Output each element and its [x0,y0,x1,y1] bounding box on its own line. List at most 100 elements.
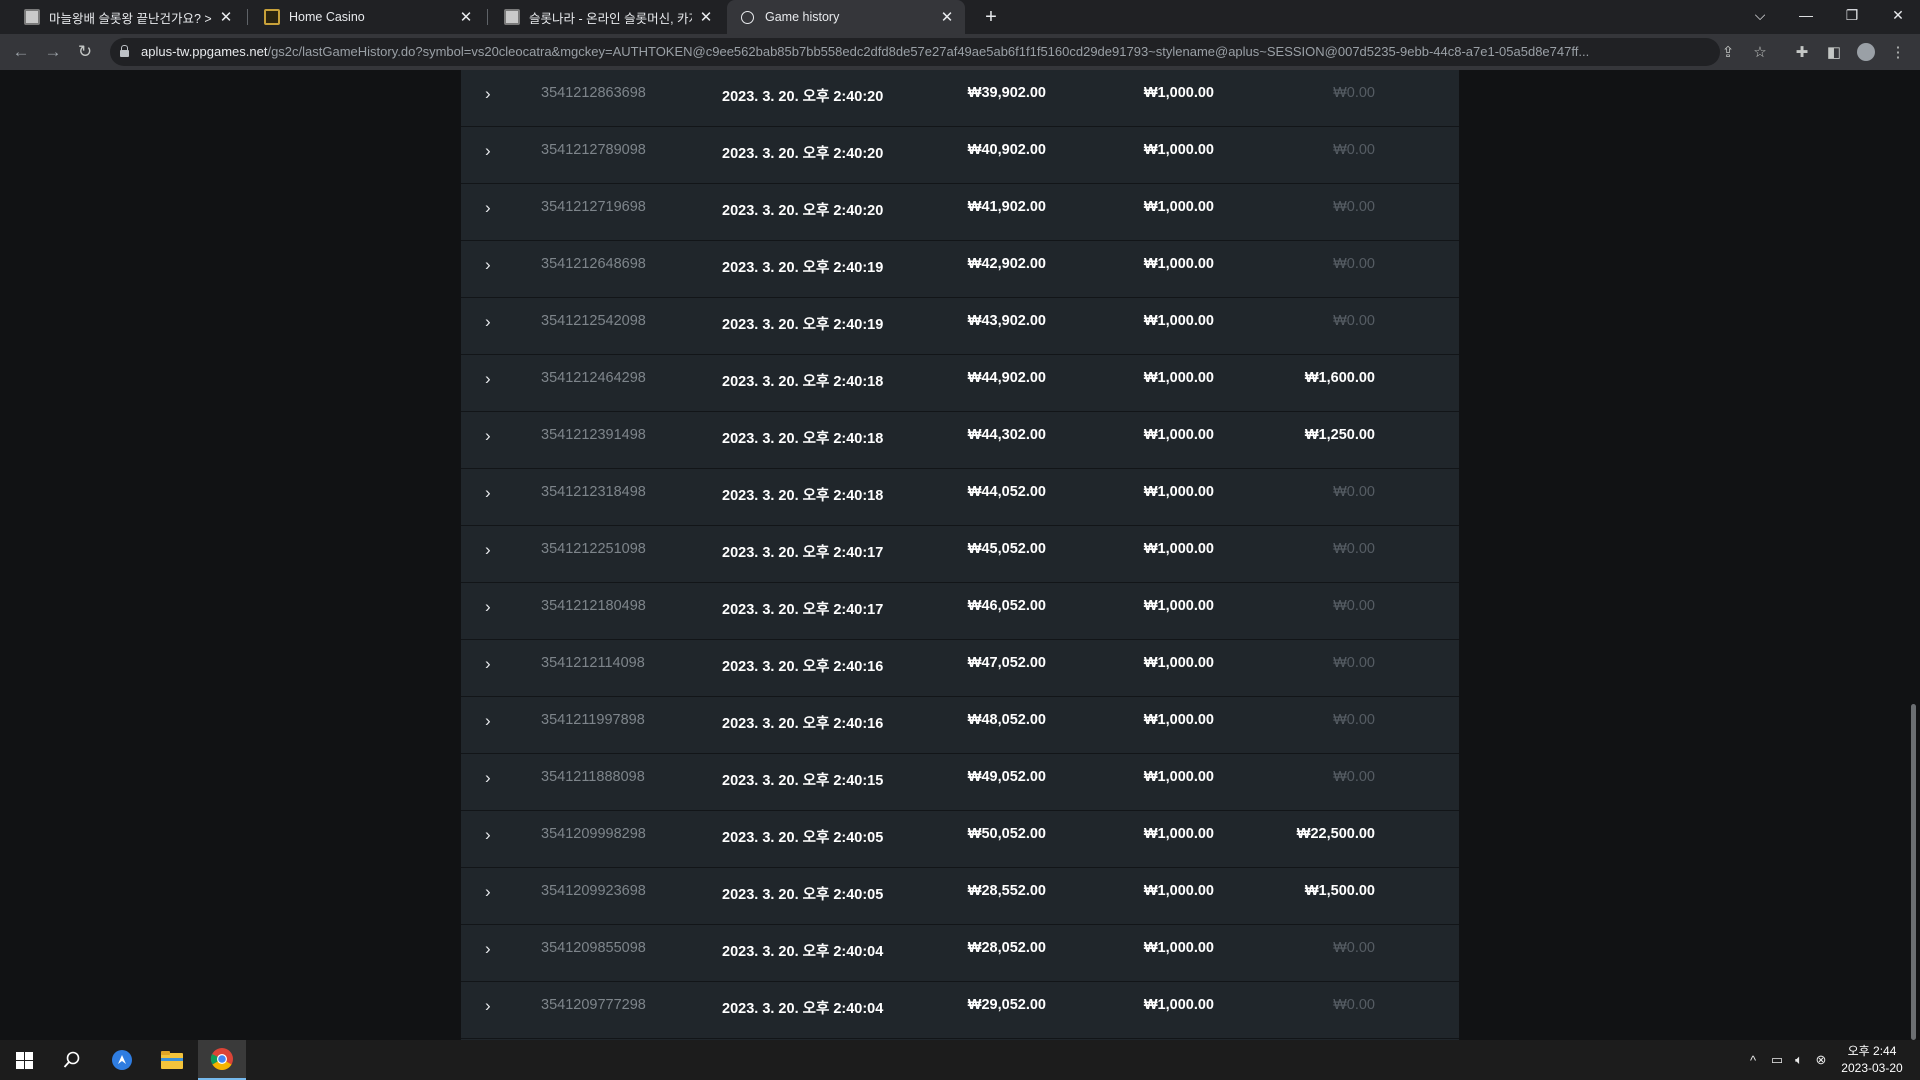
profile-avatar-icon[interactable] [1854,40,1878,64]
round-id: 3541212180498 [541,598,646,614]
url-host: aplus-tw.ppgames.net [141,44,268,59]
minimize-button[interactable]: — [1783,0,1829,30]
history-row[interactable]: › 3541211997898 2023. 3. 20. 오후 2:40:16 ₩48… [461,697,1459,754]
expand-chevron-icon[interactable]: › [485,711,501,735]
bet-value: ₩1,000.00 [1143,883,1214,899]
close-tab-icon[interactable]: ✕ [698,9,714,26]
lock-icon[interactable] [120,45,129,57]
bet-value: ₩1,000.00 [1143,997,1214,1013]
search-icon [63,1051,80,1068]
reload-button[interactable]: ↻ [72,39,98,65]
round-date: 2023. 3. 20. 오후 2:40:05 [722,887,884,903]
expand-chevron-icon[interactable]: › [485,369,501,393]
chrome-taskbar-button[interactable] [198,1040,246,1080]
history-row[interactable]: › 3541209855098 2023. 3. 20. 오후 2:40:04 ₩28… [461,925,1459,982]
history-row[interactable]: › 3541212114098 2023. 3. 20. 오후 2:40:16 ₩47… [461,640,1459,697]
expand-chevron-icon[interactable]: › [485,597,501,621]
win-value: ₩0.00 [1333,484,1375,500]
round-id: 3541212391498 [541,427,646,443]
tab-slot-nara[interactable]: 슬롯나라 - 온라인 슬롯머신, 카지노 ✕ [490,0,724,34]
round-id: 3541209998298 [541,826,646,842]
bookmark-star-icon[interactable]: ☆ [1748,40,1772,64]
history-row[interactable]: › 3541209777298 2023. 3. 20. 오후 2:40:04 ₩29… [461,982,1459,1039]
history-row[interactable]: › 3541212648698 2023. 3. 20. 오후 2:40:19 ₩42… [461,241,1459,298]
win-value: ₩0.00 [1333,313,1375,329]
win-value: ₩0.00 [1333,769,1375,785]
expand-chevron-icon[interactable]: › [485,996,501,1020]
expand-chevron-icon[interactable]: › [485,312,501,336]
restore-button[interactable]: ❐ [1829,0,1875,30]
tab-home-casino[interactable]: Home Casino ✕ [250,0,484,34]
expand-chevron-icon[interactable]: › [485,426,501,450]
address-bar[interactable]: aplus-tw.ppgames.net/gs2c/lastGameHistor… [110,38,1767,66]
win-value: ₩22,500.00 [1296,826,1375,842]
forward-button[interactable]: → [40,39,66,65]
history-row[interactable]: › 3541212719698 2023. 3. 20. 오후 2:40:20 ₩41… [461,184,1459,241]
history-row[interactable]: › 3541212318498 2023. 3. 20. 오후 2:40:18 ₩44… [461,469,1459,526]
close-window-button[interactable]: ✕ [1875,0,1920,30]
bet-value: ₩1,000.00 [1143,541,1214,557]
history-row[interactable]: › 3541212863698 2023. 3. 20. 오후 2:40:20 ₩39… [461,70,1459,127]
tab-label: 슬롯나라 - 온라인 슬롯머신, 카지노 [529,11,692,26]
tab-game-history[interactable]: Game history ✕ [727,0,965,34]
search-button[interactable] [48,1040,96,1080]
close-tab-icon[interactable]: ✕ [458,9,474,26]
expand-chevron-icon[interactable]: › [485,198,501,222]
history-row[interactable]: › 3541209998298 2023. 3. 20. 오후 2:40:05 ₩50… [461,811,1459,868]
tab-divider [487,9,488,25]
bet-value: ₩1,000.00 [1143,85,1214,101]
round-date: 2023. 3. 20. 오후 2:40:19 [722,260,884,276]
tab-search-icon[interactable]: ⌵ [1737,0,1783,30]
history-row[interactable]: › 3541212391498 2023. 3. 20. 오후 2:40:18 ₩44… [461,412,1459,469]
tab-label: Game history [765,10,840,24]
expand-chevron-icon[interactable]: › [485,141,501,165]
history-row[interactable]: › 3541212464298 2023. 3. 20. 오후 2:40:18 ₩44… [461,355,1459,412]
history-row[interactable]: › 3541212789098 2023. 3. 20. 오후 2:40:20 ₩40… [461,127,1459,184]
expand-chevron-icon[interactable]: › [485,882,501,906]
history-row[interactable]: › 3541212542098 2023. 3. 20. 오후 2:40:19 ₩43… [461,298,1459,355]
tab-garlic-king[interactable]: 마늘왕배 슬롯왕 끝난건가요? > ✕ [10,0,244,34]
history-row[interactable]: › 3541212180498 2023. 3. 20. 오후 2:40:17 ₩46… [461,583,1459,640]
file-explorer-button[interactable] [148,1040,196,1080]
url-text[interactable]: aplus-tw.ppgames.net/gs2c/lastGameHistor… [141,44,1651,59]
start-button[interactable] [0,1040,48,1080]
bet-value: ₩1,000.00 [1143,598,1214,614]
share-icon[interactable]: ⇪ [1716,40,1740,64]
browser-menu-icon[interactable]: ⋮ [1886,40,1910,64]
bet-value: ₩1,000.00 [1143,712,1214,728]
expand-chevron-icon[interactable]: › [485,540,501,564]
expand-chevron-icon[interactable]: › [485,84,501,108]
back-button[interactable]: ← [8,39,34,65]
expand-chevron-icon[interactable]: › [485,654,501,678]
balance-value: ₩49,052.00 [967,769,1046,785]
balance-value: ₩43,902.00 [967,313,1046,329]
expand-chevron-icon[interactable]: › [485,483,501,507]
expand-chevron-icon[interactable]: › [485,825,501,849]
history-row[interactable]: › 3541212251098 2023. 3. 20. 오후 2:40:17 ₩45… [461,526,1459,583]
casino-favicon-icon [264,9,280,25]
scrollbar-thumb[interactable] [1911,704,1916,1040]
round-id: 3541212648698 [541,256,646,272]
round-date: 2023. 3. 20. 오후 2:40:20 [722,89,884,105]
close-tab-icon[interactable]: ✕ [939,9,955,26]
taskbar-clock[interactable]: 오후 2:44 2023-03-20 [1832,1043,1912,1077]
balance-value: ₩28,052.00 [967,940,1046,956]
volume-icon[interactable]: 🔈︎ [1790,1051,1808,1069]
new-tab-button[interactable]: + [978,5,1004,29]
round-id: 3541211997898 [541,712,645,728]
expand-chevron-icon[interactable]: › [485,939,501,963]
show-hidden-icons-icon[interactable]: ^ [1744,1051,1762,1069]
history-row[interactable]: › 3541211888098 2023. 3. 20. 오후 2:40:15 ₩49… [461,754,1459,811]
status-icon[interactable]: ⊗ [1812,1051,1830,1069]
round-date: 2023. 3. 20. 오후 2:40:20 [722,146,884,162]
history-row[interactable]: › 3541209923698 2023. 3. 20. 오후 2:40:05 ₩28… [461,868,1459,925]
network-icon[interactable]: ▭ [1768,1051,1786,1069]
taskbar-app-button[interactable] [98,1040,146,1080]
expand-chevron-icon[interactable]: › [485,255,501,279]
expand-chevron-icon[interactable]: › [485,768,501,792]
side-panel-icon[interactable]: ◧ [1822,40,1846,64]
close-tab-icon[interactable]: ✕ [218,9,234,26]
win-value: ₩0.00 [1333,541,1375,557]
extensions-icon[interactable]: ✚ [1790,40,1814,64]
win-value: ₩0.00 [1333,940,1375,956]
